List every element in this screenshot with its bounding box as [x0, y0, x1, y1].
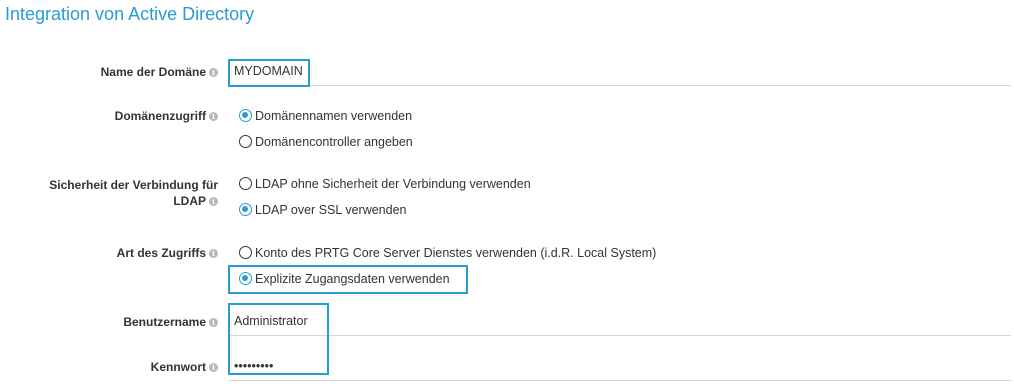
- section-title: Integration von Active Directory: [5, 4, 255, 24]
- info-icon[interactable]: i: [209, 363, 218, 372]
- info-icon[interactable]: i: [209, 318, 218, 327]
- radio-specify-domain-controller[interactable]: Domänencontroller angeben: [239, 134, 413, 150]
- ad-integration-page: Integration von Active Directory Name de…: [0, 0, 1014, 391]
- info-icon[interactable]: i: [209, 112, 218, 121]
- info-icon[interactable]: i: [209, 249, 218, 258]
- info-icon[interactable]: i: [209, 197, 218, 206]
- domain-name-label: Name der Domäne i: [101, 64, 218, 80]
- domain-name-input[interactable]: MYDOMAIN: [229, 58, 1011, 86]
- info-icon[interactable]: i: [209, 68, 218, 77]
- password-label: Kennwort i: [151, 359, 218, 375]
- radio-explicit-credentials[interactable]: Explizite Zugangsdaten verwenden: [239, 271, 450, 287]
- radio-checked-icon[interactable]: [239, 203, 252, 216]
- radio-use-domain-name[interactable]: Domänennamen verwenden: [239, 108, 412, 124]
- username-input[interactable]: Administrator: [229, 308, 1011, 336]
- radio-unchecked-icon[interactable]: [239, 177, 252, 190]
- radio-unchecked-icon[interactable]: [239, 246, 252, 259]
- radio-ldap-no-security[interactable]: LDAP ohne Sicherheit der Verbindung verw…: [239, 176, 531, 192]
- radio-unchecked-icon[interactable]: [239, 135, 252, 148]
- radio-checked-icon[interactable]: [239, 272, 252, 285]
- access-type-label: Art des Zugriffs i: [117, 245, 218, 261]
- username-label: Benutzername i: [123, 314, 218, 330]
- radio-use-core-server-account[interactable]: Konto des PRTG Core Server Dienstes verw…: [239, 245, 656, 261]
- radio-ldap-over-ssl[interactable]: LDAP over SSL verwenden: [239, 202, 406, 218]
- password-input[interactable]: •••••••••: [229, 353, 1011, 381]
- domain-access-label: Domänenzugriff i: [115, 108, 218, 124]
- ldap-security-label: Sicherheit der Verbindung für LDAP i: [49, 178, 218, 208]
- radio-checked-icon[interactable]: [239, 109, 252, 122]
